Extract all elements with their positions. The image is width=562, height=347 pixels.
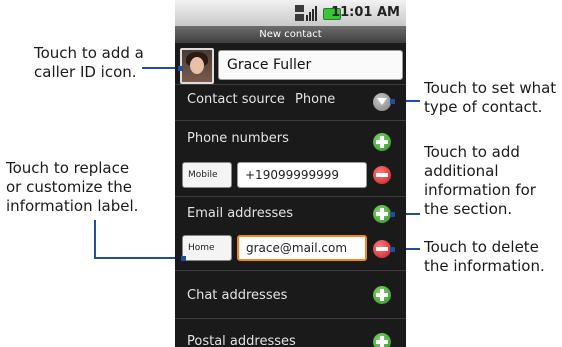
- remove-email-icon[interactable]: [373, 240, 391, 258]
- phone-label-button[interactable]: Mobile: [182, 162, 232, 188]
- callout-caller-id-line1: Touch to add a: [34, 44, 144, 62]
- contact-source-row[interactable]: Contact source Phone: [175, 92, 406, 114]
- callout-label-line2: or customize the: [6, 178, 133, 196]
- divider: [175, 270, 406, 271]
- divider: [175, 196, 406, 197]
- divider: [175, 120, 406, 121]
- phone-screen: 11:01 AM New contact Grace Fuller Contac…: [175, 0, 406, 347]
- callout-delete: Touch to delete the information.: [424, 238, 545, 276]
- callout-caller-id: Touch to add a caller ID icon.: [34, 44, 144, 82]
- email-field[interactable]: grace@mail.com: [237, 235, 367, 261]
- contact-photo-icon[interactable]: [180, 48, 214, 84]
- callout-label: Touch to replace or customize the inform…: [6, 159, 138, 216]
- network-icon: [295, 5, 317, 21]
- callout-delete-line2: the information.: [424, 257, 545, 275]
- email-label-button[interactable]: Home: [182, 235, 232, 261]
- callout-add-line4: the section.: [424, 200, 513, 218]
- contact-source-value: Phone: [295, 92, 336, 107]
- callout-caller-id-line2: caller ID icon.: [34, 63, 137, 81]
- status-bar: 11:01 AM: [175, 0, 406, 26]
- dropdown-icon[interactable]: [373, 93, 391, 111]
- callout-type-line1: Touch to set what: [424, 79, 557, 97]
- avatar-face: [190, 57, 204, 74]
- remove-phone-icon[interactable]: [373, 166, 391, 184]
- pointer-dot: [390, 247, 395, 252]
- callout-label-pointer-h: [94, 257, 184, 259]
- callout-label-pointer-v: [94, 220, 96, 258]
- callout-add: Touch to add additional information for …: [424, 143, 536, 219]
- callout-add-line2: additional: [424, 162, 499, 180]
- pointer-dot: [390, 99, 395, 104]
- section-email-title: Email addresses: [187, 206, 294, 221]
- page-title: New contact: [175, 26, 406, 43]
- section-chat-title: Chat addresses: [187, 288, 288, 303]
- pointer-dot: [390, 212, 395, 217]
- add-postal-icon[interactable]: [373, 333, 391, 347]
- divider: [175, 84, 406, 85]
- callout-type-line2: type of contact.: [424, 98, 543, 116]
- add-chat-icon[interactable]: [373, 286, 391, 304]
- pointer-dot: [181, 256, 186, 261]
- section-phone-title: Phone numbers: [187, 131, 289, 146]
- callout-label-line3: information label.: [6, 197, 139, 215]
- section-postal-title: Postal addresses: [187, 334, 296, 347]
- callout-label-line1: Touch to replace: [6, 159, 130, 177]
- add-phone-icon[interactable]: [373, 133, 391, 151]
- callout-add-line1: Touch to add: [424, 143, 520, 161]
- callout-caller-id-pointer: [142, 67, 179, 69]
- name-field[interactable]: Grace Fuller: [218, 50, 403, 80]
- add-email-icon[interactable]: [373, 205, 391, 223]
- pointer-dot: [178, 66, 183, 71]
- callout-delete-line1: Touch to delete: [424, 238, 539, 256]
- contact-source-label: Contact source: [187, 92, 285, 107]
- phone-number-field[interactable]: +19099999999: [237, 162, 367, 188]
- callout-add-line3: information for: [424, 181, 536, 199]
- divider: [175, 318, 406, 319]
- callout-type: Touch to set what type of contact.: [424, 79, 556, 117]
- status-time: 11:01 AM: [331, 5, 400, 20]
